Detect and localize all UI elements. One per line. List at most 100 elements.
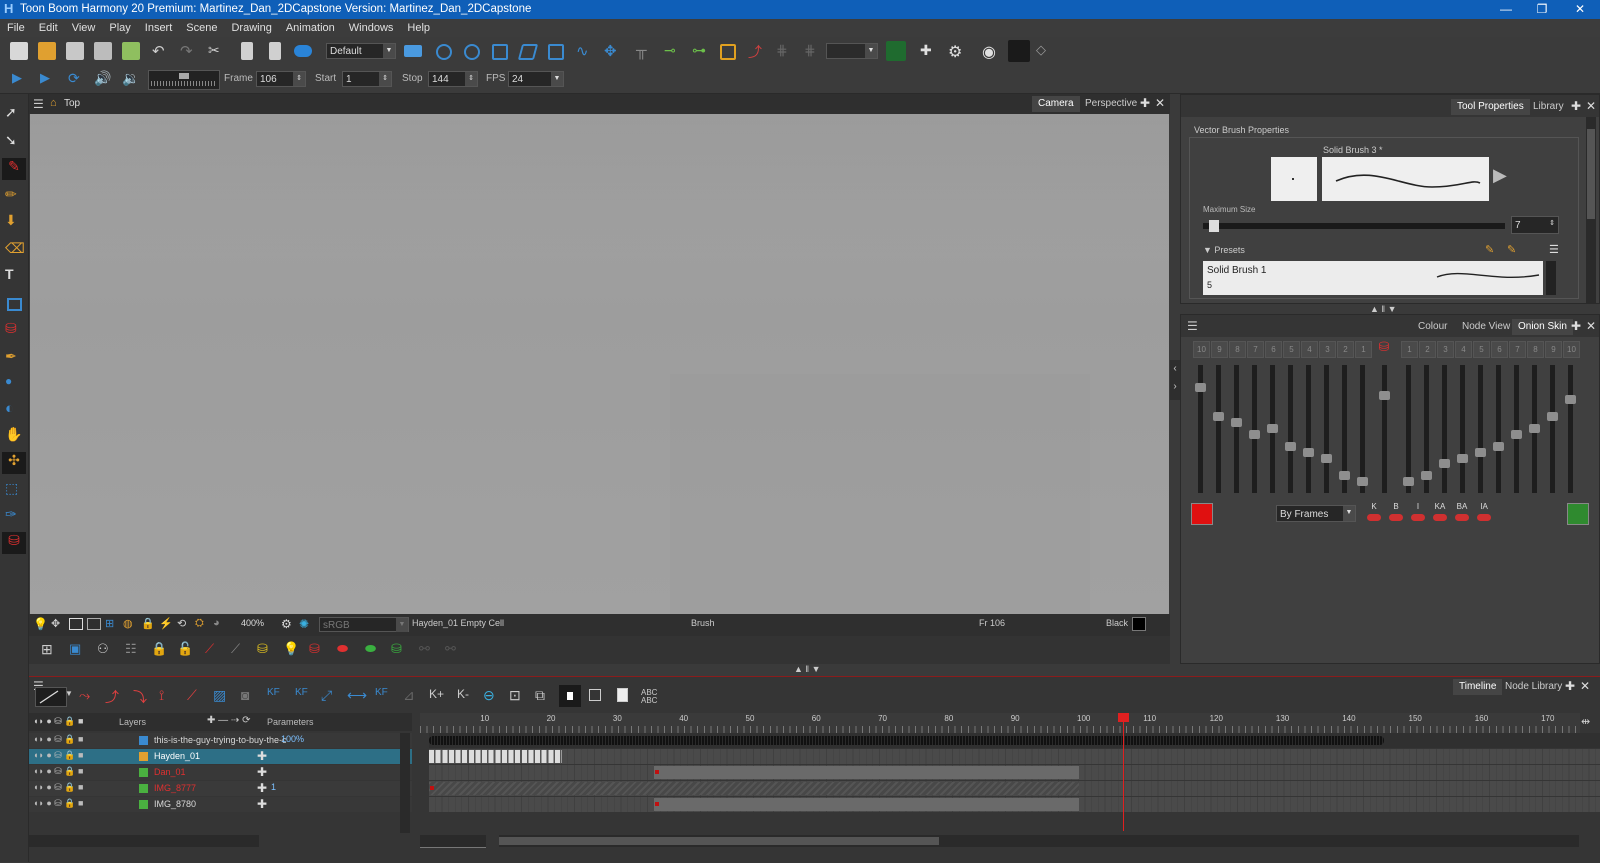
render-gear-icon[interactable]: ⚙ xyxy=(281,617,292,631)
menu-drawing[interactable]: Drawing xyxy=(224,19,278,37)
menu-scene[interactable]: Scene xyxy=(179,19,224,37)
menu-file[interactable]: File xyxy=(0,19,32,37)
scale-icon[interactable] xyxy=(492,44,508,60)
add-panel-icon[interactable]: ✚ xyxy=(1571,319,1581,333)
layer-toggle-icons[interactable]: ◖◗ ● ⛁ 🔒 ■ xyxy=(33,798,84,809)
flip-icon[interactable] xyxy=(548,44,564,60)
cell-icon[interactable]: ⊡ xyxy=(509,687,521,704)
brush-tip-preview[interactable] xyxy=(1271,157,1317,201)
tab-tool-properties[interactable]: Tool Properties xyxy=(1451,99,1530,115)
timeline-zoom-slider[interactable] xyxy=(420,835,486,848)
onion-mode-select[interactable]: By Frames ▼ xyxy=(1276,505,1356,522)
breadcrumb[interactable]: Top xyxy=(64,98,80,109)
remove-frame-icon[interactable]: K- xyxy=(457,687,469,701)
ruler-icon[interactable]: ⟋ xyxy=(231,641,240,657)
rotate-view-icon[interactable] xyxy=(464,44,480,60)
substitution-arrow-icon[interactable]: ▼ xyxy=(65,689,73,698)
remove-keyframe-icon[interactable]: KF xyxy=(295,687,308,698)
layer-name[interactable]: IMG_8777 xyxy=(154,782,196,795)
view-splitter-handle[interactable]: ▲ ‖ ▼ xyxy=(794,664,834,674)
new-scene-icon[interactable] xyxy=(10,42,28,60)
onion-next-fader[interactable] xyxy=(1547,365,1558,493)
menu-play[interactable]: Play xyxy=(102,19,137,37)
onion-prev-fader[interactable] xyxy=(1303,365,1314,493)
menu-edit[interactable]: Edit xyxy=(32,19,65,37)
panel-menu-icon[interactable]: ☰ xyxy=(1187,319,1198,333)
lock-drawing-icon[interactable]: 🔒 xyxy=(151,641,167,657)
color-wheel-icon[interactable]: ◕ xyxy=(213,617,220,629)
reset-view-icon[interactable] xyxy=(436,44,452,60)
add-view-icon[interactable]: ✚ xyxy=(1140,96,1150,110)
layer-add-remove-icons[interactable]: ✚ — ⇢ ⟳ xyxy=(207,715,250,726)
colorspace-select[interactable]: sRGB ▼ xyxy=(319,617,409,632)
save-icon[interactable] xyxy=(66,42,84,60)
image-icon[interactable]: ▨ xyxy=(213,687,226,704)
curve-icon[interactable]: ⤴ xyxy=(748,42,766,60)
align-icon[interactable]: ☷ xyxy=(125,641,137,657)
set-keyframe-icon[interactable]: KF xyxy=(375,687,388,698)
layer-horizontal-scrollbar[interactable] xyxy=(29,835,259,847)
eye-icon[interactable]: ◉ xyxy=(982,42,1000,61)
maximum-size-slider[interactable] xyxy=(1203,220,1505,232)
onion-prev-fader[interactable] xyxy=(1267,365,1278,493)
add-deformation-icon[interactable]: ✚ xyxy=(920,42,938,60)
play-selection-icon[interactable]: ▶ xyxy=(40,70,58,88)
cutter-tool-icon[interactable]: ✑ xyxy=(5,506,23,524)
onion-type-button[interactable]: B xyxy=(1387,502,1405,524)
auto-light-icon[interactable]: ⟋ xyxy=(205,641,214,657)
morph-icon[interactable]: ∿ xyxy=(576,42,594,60)
nodes-icon[interactable]: ⚯ xyxy=(419,641,430,657)
stop-field[interactable]: 144 ⇕ xyxy=(428,71,478,87)
layer-toggle-icons[interactable]: ◖◗ ● ⛁ 🔒 ■ xyxy=(33,750,84,761)
bucket-icon[interactable]: ⛁ xyxy=(257,641,268,657)
keyframe-marker[interactable] xyxy=(430,786,434,790)
rigging-tool-icon[interactable]: ✣ xyxy=(2,452,26,474)
onion-next-frame-button[interactable]: 2 xyxy=(1419,341,1436,358)
grid-deform-icon[interactable]: ⋕ xyxy=(776,42,794,60)
fader-knob[interactable] xyxy=(1565,395,1576,404)
layer-cell-track[interactable] xyxy=(429,781,1600,796)
contour-editor-icon[interactable]: ➘ xyxy=(5,132,23,150)
onion-next-fader[interactable] xyxy=(1511,365,1522,493)
lock-icon[interactable]: 🔒 xyxy=(141,617,155,630)
close-button[interactable]: ✕ xyxy=(1562,0,1598,19)
paste-icon[interactable] xyxy=(269,42,281,60)
camera-icon[interactable]: ⛭ xyxy=(195,617,204,630)
unlock-icon[interactable]: 🔓 xyxy=(177,641,193,657)
loop-icon[interactable]: ⟳ xyxy=(68,70,86,88)
onion-next-fader[interactable] xyxy=(1421,365,1432,493)
light-table-icon[interactable] xyxy=(1008,40,1030,62)
layer-toggle-icons[interactable]: ◖◗ ● ⛁ 🔒 ■ xyxy=(33,766,84,777)
zoom-level[interactable]: 400% xyxy=(241,618,264,628)
onion-prev-fader[interactable] xyxy=(1285,365,1296,493)
grid-toggle-icon[interactable]: ⊞ xyxy=(105,617,114,630)
new-preset-icon[interactable]: ✎ xyxy=(1485,243,1494,256)
nodes2-icon[interactable]: ⚯ xyxy=(445,641,456,657)
sound-scrubbing-icon[interactable]: 🔉 xyxy=(122,70,140,88)
eraser-tool-icon[interactable]: ⌫ xyxy=(5,240,25,258)
close-view-icon[interactable]: ✕ xyxy=(1155,96,1165,110)
onion-prev-frame-button[interactable]: 8 xyxy=(1229,341,1246,358)
shading-icon[interactable]: ◇ xyxy=(1036,42,1054,60)
onion-type-button[interactable]: K xyxy=(1365,502,1383,524)
onion-prev-fader[interactable] xyxy=(1213,365,1224,493)
layer-add-param-icon[interactable]: ✚ xyxy=(257,765,267,779)
onion-current-fader[interactable] xyxy=(1379,365,1390,493)
tab-camera[interactable]: Camera xyxy=(1032,96,1080,112)
onion-next-fader[interactable] xyxy=(1529,365,1540,493)
image-exposure[interactable] xyxy=(429,782,1079,795)
grid-icon[interactable]: ⊞ xyxy=(41,641,53,658)
onion-next-fader[interactable] xyxy=(1475,365,1486,493)
onion-next-frame-button[interactable]: 6 xyxy=(1491,341,1508,358)
paint-tool-icon[interactable]: ⬇ xyxy=(5,212,23,230)
fader-knob[interactable] xyxy=(1249,430,1260,439)
fader-knob[interactable] xyxy=(1547,412,1558,421)
onion-prev-frame-button[interactable]: 2 xyxy=(1337,341,1354,358)
fader-knob[interactable] xyxy=(1493,442,1504,451)
tab-library[interactable]: Library xyxy=(1527,99,1570,115)
fader-knob[interactable] xyxy=(1511,430,1522,439)
fader-knob[interactable] xyxy=(1529,424,1540,433)
fader-knob[interactable] xyxy=(1421,471,1432,480)
close-panel-icon[interactable]: ✕ xyxy=(1580,679,1590,693)
add-frame-icon[interactable]: K+ xyxy=(429,687,444,701)
